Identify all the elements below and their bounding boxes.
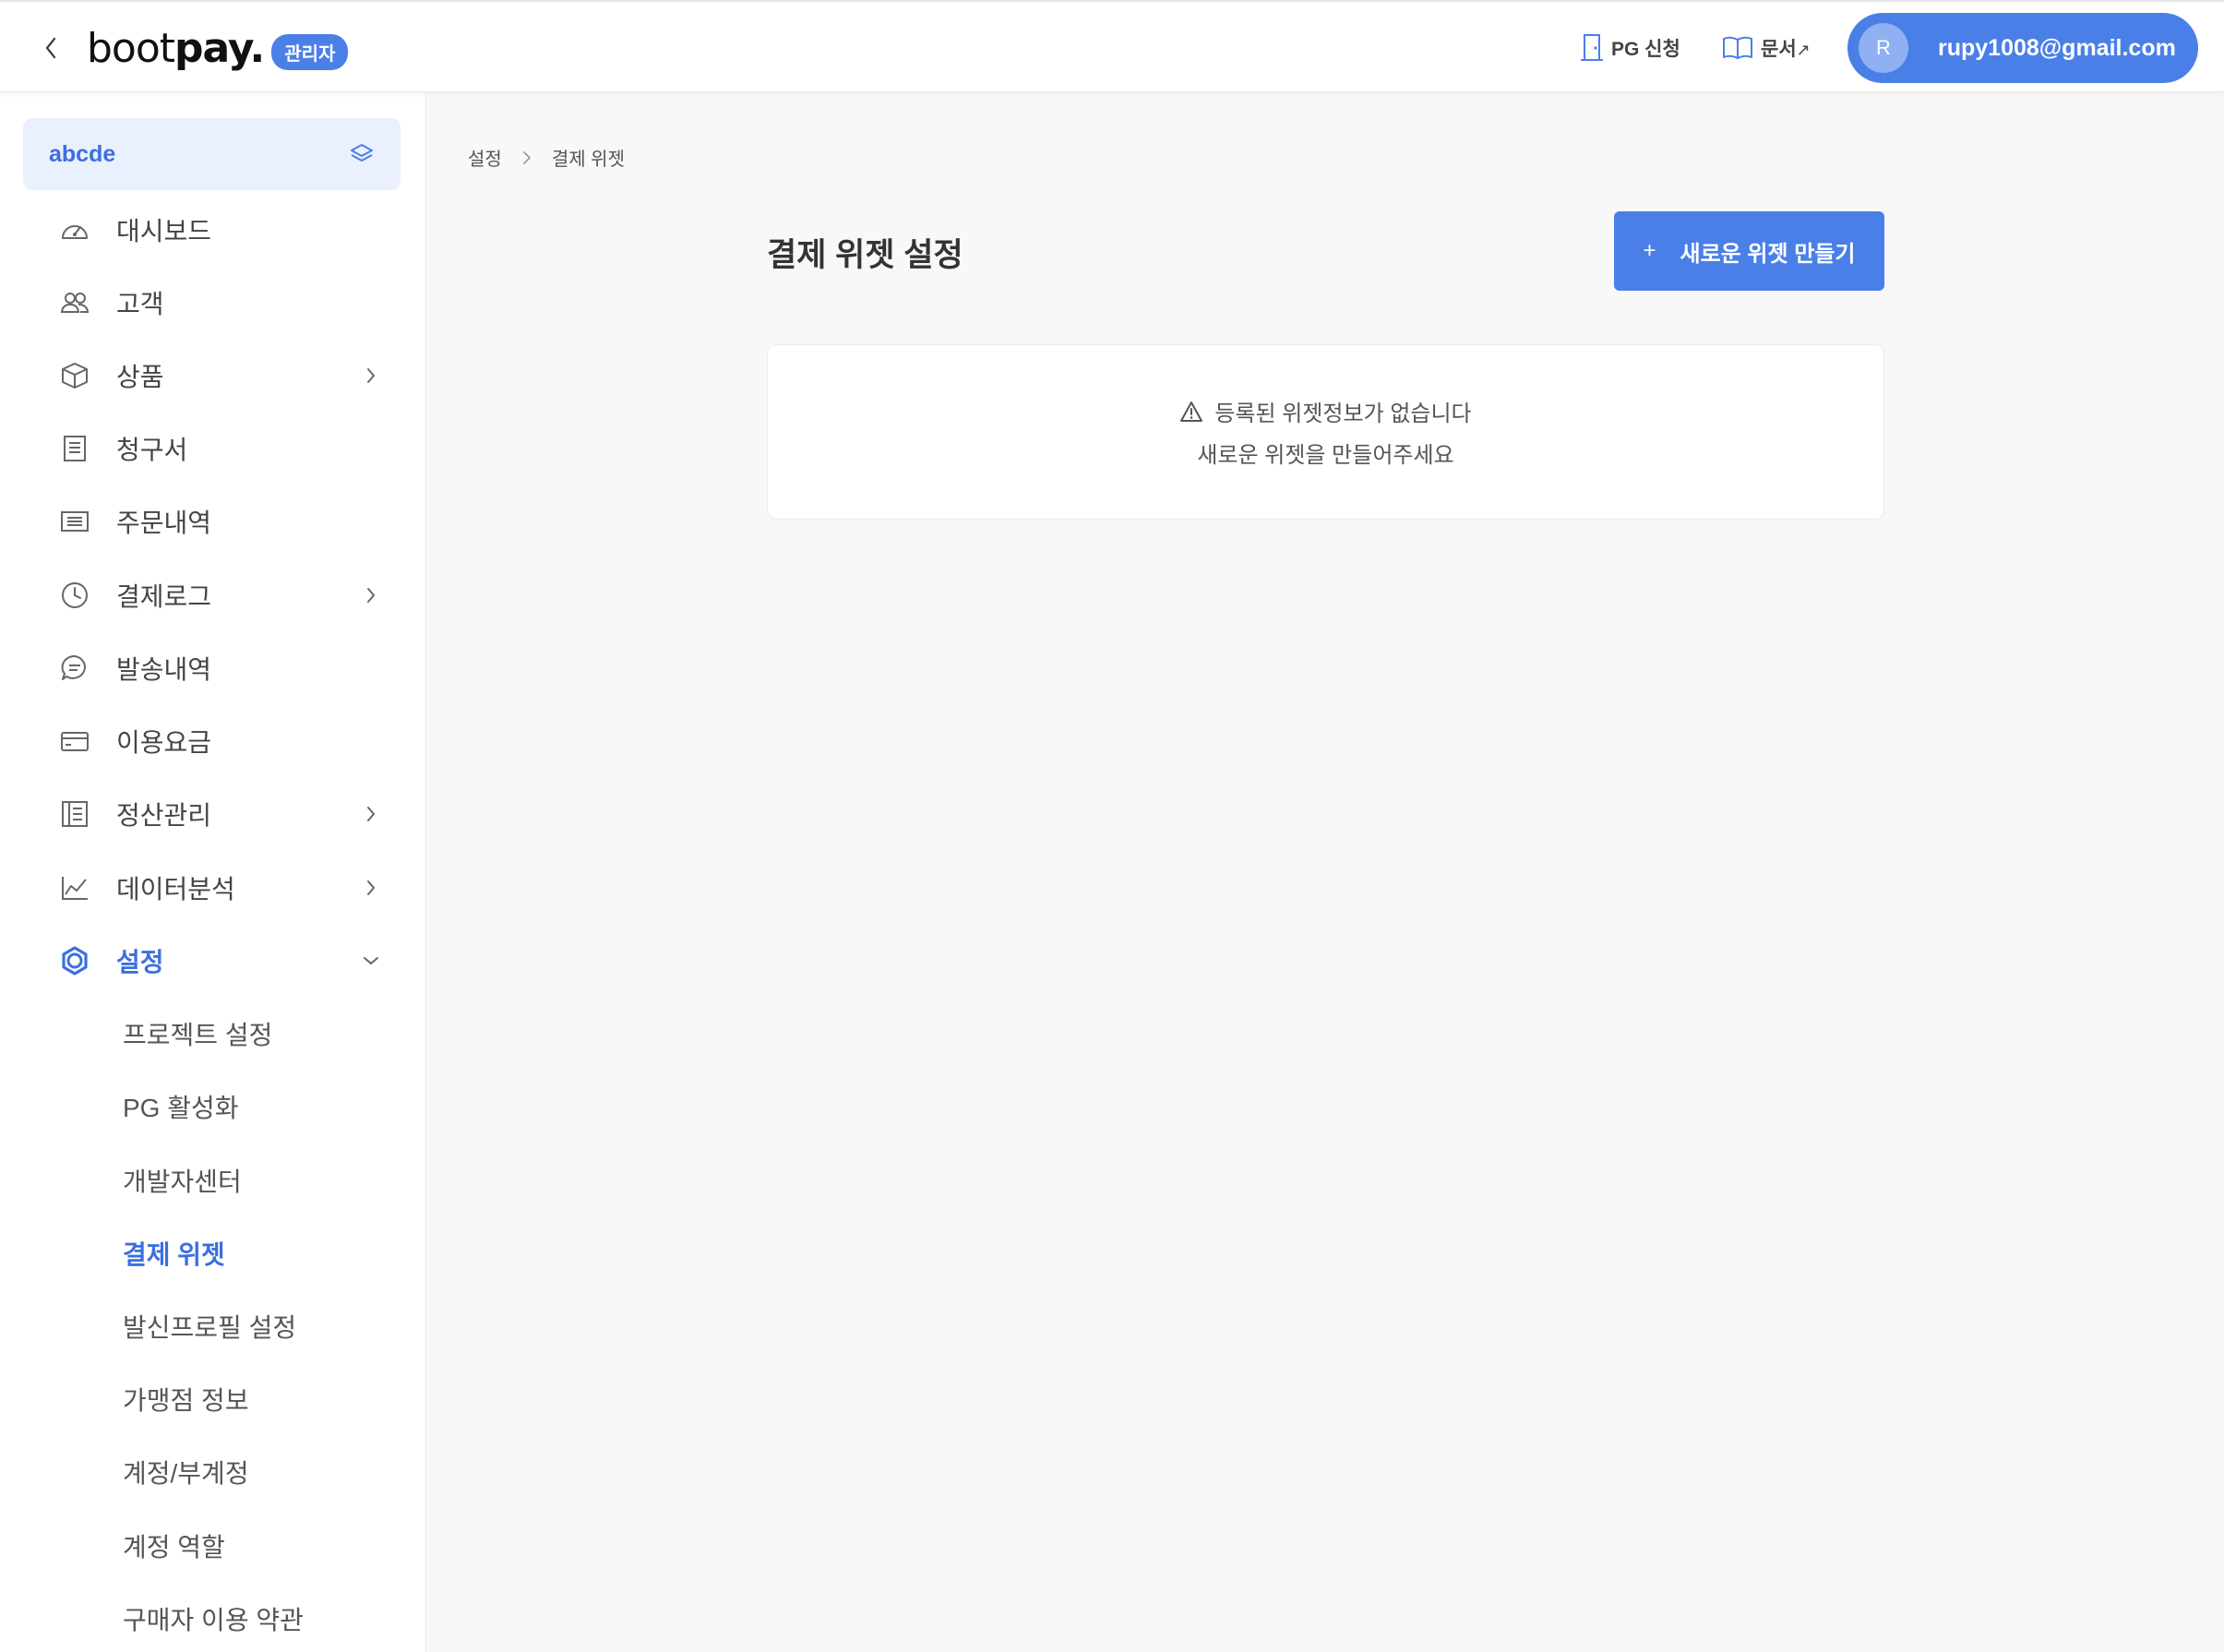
sidebar-subitem-label: 계정 역할	[123, 1533, 225, 1562]
sidebar-item-send-history[interactable]: 발송내역	[0, 640, 425, 696]
project-switcher[interactable]: abcde	[23, 118, 401, 190]
invoice-icon	[59, 433, 90, 464]
sidebar-subitem-pg-activation[interactable]: PG 활성화	[0, 1079, 425, 1134]
chevron-down-icon	[360, 950, 382, 972]
users-icon	[59, 287, 90, 318]
chevron-right-icon	[360, 365, 382, 387]
sidebar-subitem-account-roles[interactable]: 계정 역할	[0, 1518, 425, 1574]
page-title: 결제 위젯 설정	[767, 237, 963, 273]
sidebar-subitem-developer-center[interactable]: 개발자센터	[0, 1153, 425, 1208]
avatar: R	[1859, 23, 1908, 73]
sidebar-item-label: 데이터분석	[116, 875, 235, 904]
sidebar-subitem-label: 가맹점 정보	[123, 1386, 249, 1415]
sidebar: abcde 대시보드 고객 상품 청구서 주문내역 결제로그 발송내역 이용요금…	[0, 92, 426, 1652]
door-icon	[1581, 34, 1603, 61]
sidebar-subitem-label: 프로젝트 설정	[123, 1021, 273, 1049]
breadcrumb-item-settings[interactable]: 설정	[468, 144, 502, 171]
sidebar-subitem-label: 결제 위젯	[123, 1240, 225, 1269]
empty-state-title: 등록된 위젯정보가 없습니다	[1214, 401, 1472, 426]
list-icon	[59, 506, 90, 537]
sidebar-subitem-sender-profile[interactable]: 발신프로필 설정	[0, 1299, 425, 1354]
create-widget-button[interactable]: + 새로운 위젯 만들기	[1614, 211, 1884, 291]
sidebar-item-label: 주문내역	[116, 509, 212, 537]
pg-apply-label: PG 신청	[1611, 39, 1680, 60]
sidebar-subitem-label: PG 활성화	[123, 1094, 239, 1122]
card-icon	[59, 725, 90, 757]
dashboard-icon	[59, 214, 90, 245]
sidebar-subitem-accounts[interactable]: 계정/부계정	[0, 1444, 425, 1500]
sidebar-item-label: 이용요금	[116, 728, 212, 757]
ledger-icon	[59, 798, 90, 830]
sidebar-item-payment-logs[interactable]: 결제로그	[0, 568, 425, 623]
sidebar-item-billing[interactable]: 이용요금	[0, 713, 425, 769]
message-icon	[59, 652, 90, 684]
external-link-icon: ↗	[1796, 41, 1811, 59]
sidebar-item-analytics[interactable]: 데이터분석	[0, 860, 425, 916]
sidebar-item-label: 정산관리	[116, 801, 212, 830]
sidebar-subitem-project-settings[interactable]: 프로젝트 설정	[0, 1006, 425, 1061]
chevron-left-icon	[45, 37, 56, 59]
sidebar-subitem-payment-widget[interactable]: 결제 위젯	[0, 1226, 425, 1281]
sidebar-item-label: 발송내역	[116, 655, 212, 684]
sidebar-subitem-merchant-info[interactable]: 가맹점 정보	[0, 1371, 425, 1427]
sidebar-item-label: 대시보드	[116, 217, 212, 245]
project-name: abcde	[49, 140, 116, 167]
sidebar-item-label: 청구서	[116, 436, 188, 464]
warning-icon	[1180, 401, 1203, 422]
user-menu-button[interactable]: R rupy1008@gmail.com	[1847, 13, 2198, 83]
docs-link[interactable]: 문서↗	[1722, 30, 1811, 66]
book-icon	[1723, 36, 1752, 59]
sidebar-item-customers[interactable]: 고객	[0, 275, 425, 330]
chevron-right-icon	[360, 877, 382, 899]
admin-badge: 관리자	[271, 33, 349, 70]
back-button[interactable]	[37, 28, 65, 68]
chevron-right-icon	[360, 803, 382, 825]
docs-label: 문서↗	[1761, 39, 1811, 60]
plus-icon: +	[1643, 238, 1656, 263]
sidebar-item-dashboard[interactable]: 대시보드	[0, 202, 425, 257]
empty-state-message: 등록된 위젯정보가 없습니다	[1179, 395, 1472, 427]
gear-icon	[59, 945, 90, 976]
chevron-right-icon	[523, 150, 531, 164]
sidebar-item-settlement[interactable]: 정산관리	[0, 786, 425, 842]
breadcrumb-item-current: 결제 위젯	[551, 150, 625, 170]
pg-apply-link[interactable]: PG 신청	[1580, 30, 1680, 66]
empty-state-card: 등록된 위젯정보가 없습니다 새로운 위젯을 만들어주세요	[767, 344, 1884, 520]
box-icon	[59, 360, 90, 391]
chevron-right-icon	[360, 584, 382, 606]
bootpay-logo[interactable]: bootpay. 관리자	[87, 20, 349, 76]
sidebar-item-settings[interactable]: 설정	[0, 933, 425, 988]
top-header: bootpay. 관리자 PG 신청 문서↗ R rupy1008@gmail.…	[0, 0, 2224, 92]
create-widget-label: 새로운 위젯 만들기	[1680, 241, 1856, 267]
layers-icon	[351, 144, 373, 162]
logo-text: bootpay.	[87, 24, 265, 72]
breadcrumb: 설정 결제 위젯	[468, 144, 625, 171]
user-email: rupy1008@gmail.com	[1938, 34, 2176, 61]
sidebar-item-label: 상품	[116, 363, 164, 391]
sidebar-subitem-buyer-terms[interactable]: 구매자 이용 약관	[0, 1591, 425, 1646]
sidebar-item-products[interactable]: 상품	[0, 348, 425, 403]
sidebar-subitem-label: 구매자 이용 약관	[123, 1606, 304, 1634]
sidebar-subitem-label: 발신프로필 설정	[123, 1313, 297, 1342]
sidebar-item-invoices[interactable]: 청구서	[0, 421, 425, 476]
sidebar-item-label: 고객	[116, 290, 164, 318]
sidebar-subitem-label: 개발자센터	[123, 1167, 242, 1196]
sidebar-subitem-label: 계정/부계정	[123, 1459, 249, 1488]
sidebar-item-label: 설정	[116, 948, 164, 976]
chart-icon	[59, 872, 90, 904]
empty-state-subtitle: 새로운 위젯을 만들어주세요	[1197, 443, 1454, 468]
clock-icon	[59, 580, 90, 611]
sidebar-item-orders[interactable]: 주문내역	[0, 494, 425, 549]
main-content: 설정 결제 위젯 결제 위젯 설정 + 새로운 위젯 만들기 등록된 위젯정보가…	[427, 92, 2224, 1652]
sidebar-item-label: 결제로그	[116, 582, 212, 611]
